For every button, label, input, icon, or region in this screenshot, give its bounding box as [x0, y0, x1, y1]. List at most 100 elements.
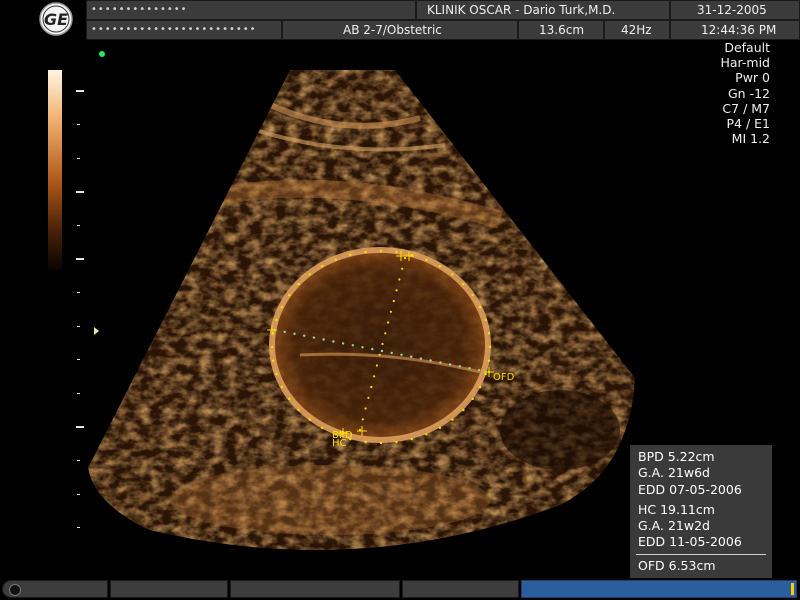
caliper-dot — [439, 361, 442, 364]
divider — [636, 553, 766, 555]
hc-edd: EDD 11-05-2006 — [638, 534, 742, 550]
caliper-dot — [361, 418, 364, 421]
soft-key-2[interactable] — [110, 580, 228, 598]
caliper-dot — [395, 250, 398, 254]
caliper-dot — [462, 282, 465, 286]
caliper-dot — [410, 355, 413, 358]
caliper-dot — [438, 265, 442, 268]
caliper-dot — [308, 273, 311, 276]
caliper-dot — [364, 250, 367, 254]
caliper-dot — [341, 342, 345, 345]
caliper-dot — [380, 349, 384, 353]
caliper-dot — [349, 253, 352, 257]
caliper-dot — [275, 318, 278, 322]
bpd-value: BPD 5.22cm — [638, 449, 715, 464]
caliper-dot — [401, 267, 404, 270]
hc-caliper-label: HC — [332, 438, 347, 449]
caliper-dot — [322, 338, 325, 341]
caliper-dot — [438, 426, 442, 429]
caliper-dot — [288, 397, 291, 401]
caliper-dot — [280, 305, 284, 309]
caliper-dot — [390, 351, 393, 355]
caliper-dot — [389, 310, 392, 313]
caliper-dot — [270, 345, 274, 349]
caliper-dot — [288, 293, 291, 297]
param-line: Har-mid — [720, 55, 771, 71]
caliper-dot — [351, 344, 354, 347]
ofd-caliper-label: OFD — [493, 372, 515, 383]
caliper-dot — [297, 282, 300, 286]
caliper-dot — [471, 293, 474, 297]
param-line: Gn -12 — [728, 85, 770, 101]
caliper-dot — [275, 372, 278, 376]
caliper-dot — [468, 367, 471, 370]
ofd-value: OFD 6.53cm — [638, 557, 716, 573]
bpd-ga: G.A. 21w6d — [638, 465, 710, 481]
caliper-dot — [320, 426, 324, 429]
caliper-dot — [410, 437, 413, 441]
caliper-dot — [384, 332, 387, 335]
caliper-dot — [280, 385, 284, 389]
caliper-dot — [332, 340, 335, 343]
caliper-dot — [364, 407, 367, 410]
caliper-dot — [487, 332, 491, 335]
caliper-dot — [478, 305, 482, 309]
caliper-dot — [387, 321, 390, 324]
hc-ga: G.A. 21w2d — [638, 518, 710, 534]
caliper-dot — [425, 258, 428, 261]
soft-key-3[interactable] — [230, 580, 400, 598]
caliper-dot — [297, 408, 300, 412]
caliper-dot — [419, 357, 423, 360]
measurement-results-panel: BPD 5.22cm G.A. 21w6d EDD 07-05-2006 HC … — [630, 445, 772, 580]
caliper-dot — [462, 408, 465, 412]
param-line: Default — [724, 40, 770, 55]
caliper-dot — [373, 375, 376, 378]
caliper-dot — [379, 441, 383, 445]
caliper-dot — [370, 385, 373, 389]
imaging-parameters: Default Har-mid Pwr 0 Gn -12 C7 / M7 P4 … — [721, 40, 771, 146]
caliper-dot — [334, 258, 337, 261]
caliper-dot — [271, 359, 275, 362]
caliper-dot — [320, 265, 324, 268]
caliper-dot — [429, 359, 432, 362]
caliper-dot — [381, 342, 384, 346]
trackball-icon — [9, 584, 21, 596]
cine-progress-marker — [791, 583, 794, 595]
caliper-dot — [312, 336, 316, 339]
caliper-dot — [488, 345, 492, 349]
caliper-dot — [403, 256, 407, 260]
caliper-dot — [378, 353, 381, 356]
hc-value: HC 19.11cm — [638, 501, 715, 517]
param-line: P4 / E1 — [726, 116, 771, 132]
caliper-dot — [371, 347, 374, 351]
caliper-dot — [303, 334, 306, 337]
param-line: C7 / M7 — [722, 100, 770, 116]
param-line: Pwr 0 — [735, 70, 770, 86]
caliper-dot — [487, 359, 491, 362]
caliper-dot — [448, 363, 452, 366]
caliper-dot — [484, 318, 487, 322]
caliper-dot — [478, 368, 481, 372]
caliper-dot — [400, 353, 403, 356]
soft-key-1[interactable] — [2, 580, 108, 598]
caliper-dot — [395, 289, 398, 292]
caliper-dot — [484, 372, 487, 376]
caliper-dot — [375, 364, 378, 367]
caliper-dot — [308, 418, 311, 421]
caliper-dot — [364, 440, 367, 444]
caliper-dot — [361, 346, 364, 349]
caliper-dot — [379, 249, 383, 253]
caliper-dot — [451, 418, 454, 421]
cine-progress-bar[interactable] — [521, 580, 797, 598]
caliper-dot — [392, 299, 395, 303]
caliper-dot — [451, 273, 454, 276]
soft-key-4[interactable] — [402, 580, 519, 598]
caliper-dot — [471, 397, 474, 401]
bpd-edd: EDD 07-05-2006 — [638, 481, 742, 497]
caliper-dot — [398, 278, 401, 281]
caliper-dot — [367, 396, 370, 399]
param-line: MI 1.2 — [731, 131, 770, 147]
caliper-dot — [478, 385, 482, 389]
caliper-dot — [395, 440, 398, 444]
caliper-dot — [425, 433, 428, 436]
